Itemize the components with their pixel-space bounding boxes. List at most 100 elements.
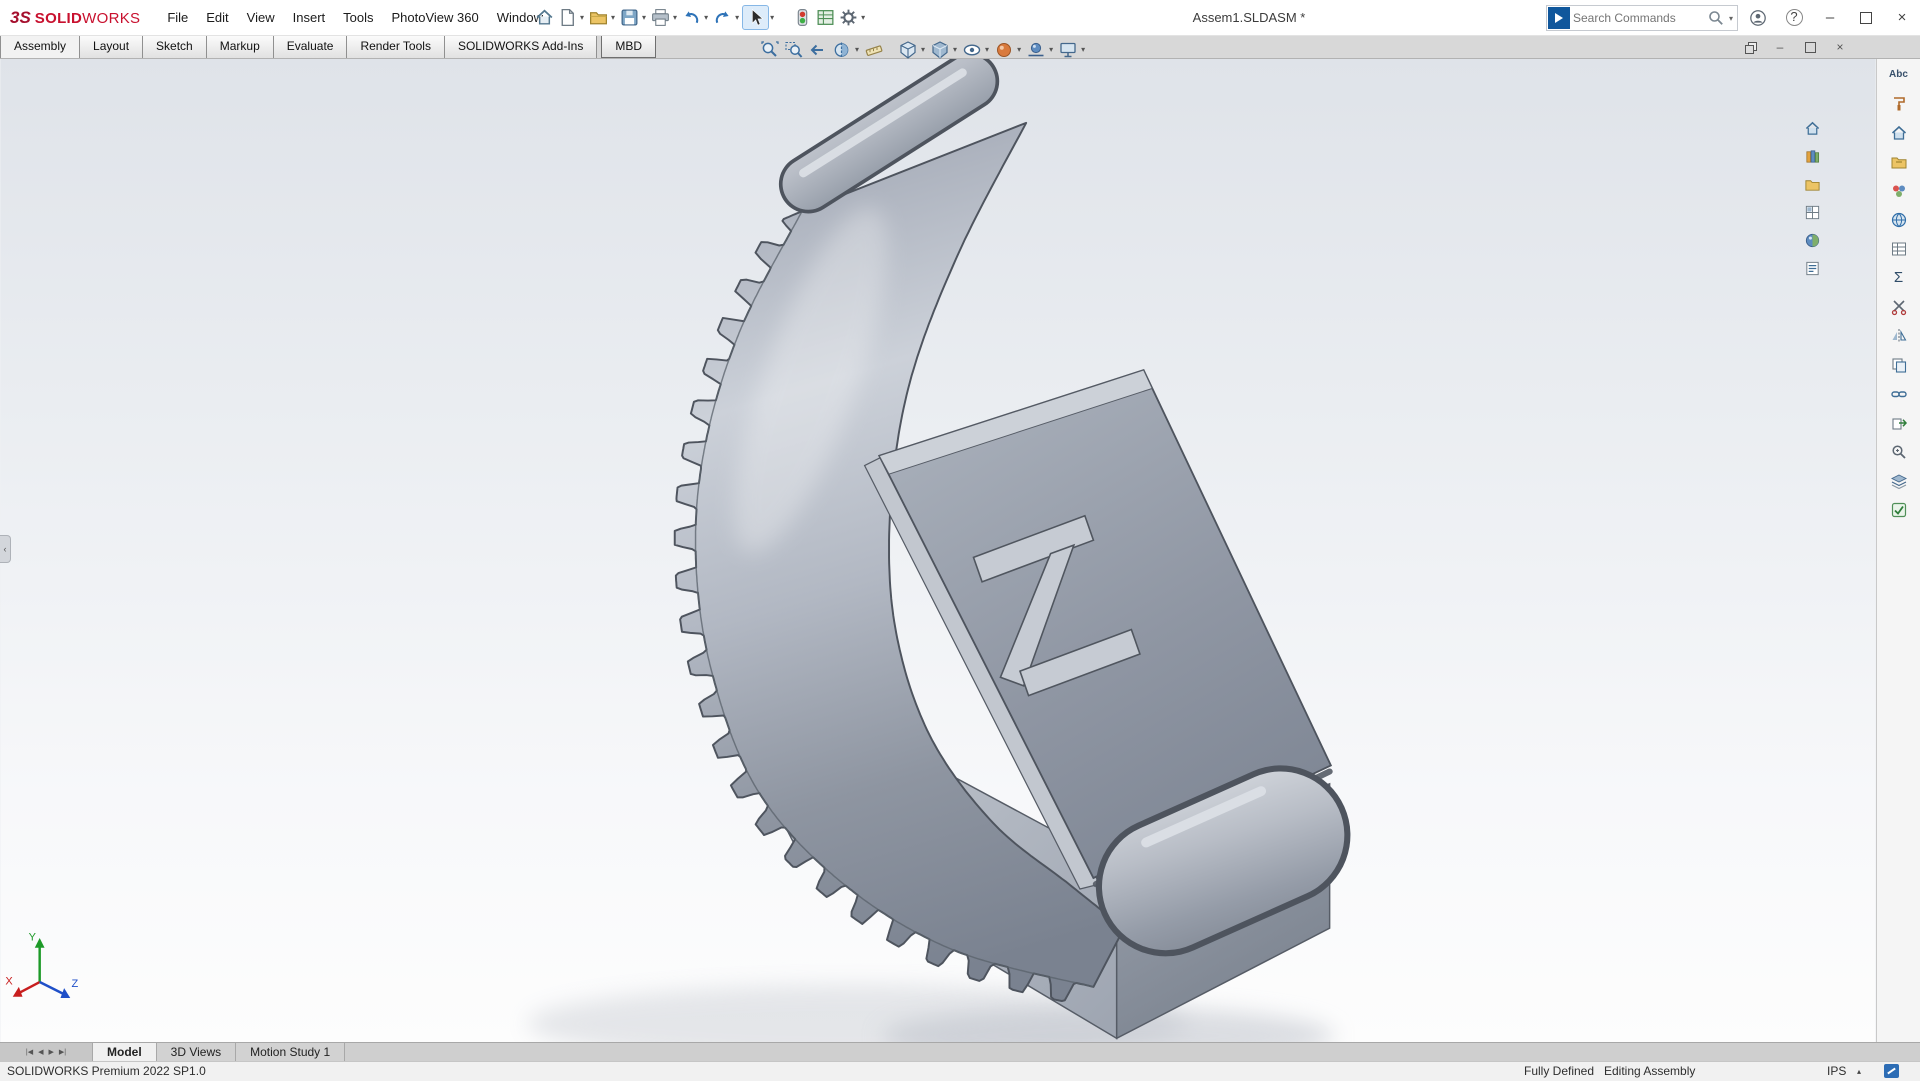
print-caret-icon[interactable]: ▾ xyxy=(673,14,677,22)
custom-properties-icon[interactable] xyxy=(1802,258,1822,278)
view-orientation-caret-icon[interactable]: ▾ xyxy=(921,46,925,54)
zoom-to-fit-button[interactable] xyxy=(758,37,782,63)
search-input[interactable] xyxy=(1571,10,1707,26)
view-settings-caret-icon[interactable]: ▾ xyxy=(1081,46,1085,54)
view-orientation-button[interactable] xyxy=(896,37,920,63)
featuremanager-expand-arrow[interactable]: ‹ xyxy=(0,535,11,563)
menu-photoview360[interactable]: PhotoView 360 xyxy=(383,2,488,33)
last-tab-button[interactable]: ▶| xyxy=(59,1049,66,1056)
redo-caret-icon[interactable]: ▾ xyxy=(735,14,739,22)
design-binder-button[interactable] xyxy=(1886,150,1912,173)
display-style-caret-icon[interactable]: ▾ xyxy=(953,46,957,54)
window-stack-icon[interactable] xyxy=(1742,39,1758,55)
select-tool-button[interactable] xyxy=(742,5,769,30)
menu-file[interactable]: File xyxy=(158,2,197,33)
tab-markup[interactable]: Markup xyxy=(206,35,274,58)
zoom-to-area-button[interactable] xyxy=(782,37,806,63)
view-palette-icon[interactable] xyxy=(1802,202,1822,222)
doc-minimize-button[interactable]: – xyxy=(1772,39,1788,55)
redo-button[interactable] xyxy=(711,5,734,30)
undo-button[interactable] xyxy=(680,5,703,30)
search-commands-box[interactable]: ▾ xyxy=(1546,5,1738,31)
hide-show-caret-icon[interactable]: ▾ xyxy=(985,46,989,54)
format-painter-button[interactable] xyxy=(1886,92,1912,115)
edit-appearance-caret-icon[interactable]: ▾ xyxy=(1017,46,1021,54)
units-caret-icon[interactable]: ▴ xyxy=(1857,1067,1861,1076)
previous-view-button[interactable] xyxy=(806,37,830,63)
open-caret-icon[interactable]: ▾ xyxy=(611,14,615,22)
file-explorer-icon[interactable] xyxy=(1802,174,1822,194)
mirror-tool-button[interactable] xyxy=(1886,324,1912,347)
print-button[interactable] xyxy=(649,5,672,30)
undo-caret-icon[interactable]: ▾ xyxy=(704,14,708,22)
account-button[interactable] xyxy=(1740,0,1776,35)
resources-home-icon[interactable] xyxy=(1802,118,1822,138)
save-button[interactable] xyxy=(618,5,641,30)
menu-tools[interactable]: Tools xyxy=(334,2,382,33)
select-tool-caret-icon[interactable]: ▾ xyxy=(770,14,774,22)
options-gear-button[interactable] xyxy=(837,5,860,30)
tab-sketch[interactable]: Sketch xyxy=(142,35,207,58)
menu-edit[interactable]: Edit xyxy=(197,2,237,33)
search-caret-icon[interactable]: ▾ xyxy=(1725,14,1737,23)
appearances-scenes-icon[interactable] xyxy=(1802,230,1822,250)
section-view-button[interactable] xyxy=(830,37,854,63)
menu-insert[interactable]: Insert xyxy=(284,2,335,33)
spell-checker-button[interactable]: Abc xyxy=(1886,63,1912,86)
minimize-window-button[interactable]: – xyxy=(1812,0,1848,35)
tag-badge-icon[interactable] xyxy=(1884,1064,1899,1078)
tab-layout[interactable]: Layout xyxy=(79,35,143,58)
apply-scene-button[interactable] xyxy=(1024,37,1048,63)
display-style-button[interactable] xyxy=(928,37,952,63)
file-properties-button[interactable] xyxy=(814,5,837,30)
options-caret-icon[interactable]: ▾ xyxy=(861,14,865,22)
trim-tool-button[interactable] xyxy=(1886,295,1912,318)
prev-tab-button[interactable]: ◀ xyxy=(38,1049,43,1056)
doc-restore-button[interactable] xyxy=(1802,39,1818,55)
apply-scene-caret-icon[interactable]: ▾ xyxy=(1049,46,1053,54)
rebuild-button[interactable] xyxy=(791,5,814,30)
view-settings-button[interactable] xyxy=(1056,37,1080,63)
tab-evaluate[interactable]: Evaluate xyxy=(273,35,348,58)
section-view-caret-icon[interactable]: ▾ xyxy=(855,46,859,54)
tab-solidworks-add-ins[interactable]: SOLIDWORKS Add-Ins xyxy=(444,35,597,58)
tab-mbd[interactable]: MBD xyxy=(601,35,656,58)
doc-close-button[interactable]: × xyxy=(1832,39,1848,55)
first-tab-button[interactable]: |◀ xyxy=(26,1049,33,1056)
appearance-swatch-button[interactable] xyxy=(1886,179,1912,202)
next-tab-button[interactable]: ▶ xyxy=(49,1049,54,1056)
save-caret-icon[interactable]: ▾ xyxy=(642,14,646,22)
resources-button[interactable] xyxy=(1886,121,1912,144)
web-globe-button[interactable] xyxy=(1886,208,1912,231)
properties-table-button[interactable] xyxy=(1886,237,1912,260)
viewport-3d[interactable]: X Y Z xyxy=(0,58,1876,1042)
open-button[interactable] xyxy=(587,5,610,30)
tab-motion-study-1[interactable]: Motion Study 1 xyxy=(236,1043,345,1062)
link-tool-button[interactable] xyxy=(1886,382,1912,405)
hide-show-items-button[interactable] xyxy=(960,37,984,63)
measure-button[interactable] xyxy=(862,37,886,63)
design-library-icon[interactable] xyxy=(1802,146,1822,166)
tab-model[interactable]: Model xyxy=(93,1043,157,1062)
search-icon[interactable] xyxy=(1707,9,1725,27)
new-document-button[interactable] xyxy=(556,5,579,30)
home-button[interactable] xyxy=(533,5,556,30)
copy-tool-button[interactable] xyxy=(1886,353,1912,376)
help-button[interactable]: ? xyxy=(1776,0,1812,35)
equations-button[interactable]: Σ xyxy=(1886,266,1912,289)
tab-assembly[interactable]: Assembly xyxy=(0,35,80,58)
export-tool-button[interactable] xyxy=(1886,411,1912,434)
restore-window-button[interactable] xyxy=(1848,0,1884,35)
graphics-area[interactable]: X Y Z ‹ xyxy=(0,58,1876,1042)
close-window-button[interactable]: × xyxy=(1884,0,1920,35)
bottom-lip-bar[interactable] xyxy=(1166,835,1281,886)
tab-render-tools[interactable]: Render Tools xyxy=(346,35,445,58)
menu-view[interactable]: View xyxy=(238,2,284,33)
tab-3d-views[interactable]: 3D Views xyxy=(157,1043,236,1062)
edit-appearance-button[interactable] xyxy=(992,37,1016,63)
units-selector[interactable]: IPS xyxy=(1827,1064,1846,1078)
new-document-caret-icon[interactable]: ▾ xyxy=(580,14,584,22)
verification-check-button[interactable] xyxy=(1886,498,1912,521)
layers-button[interactable] xyxy=(1886,469,1912,492)
search-compare-button[interactable] xyxy=(1886,440,1912,463)
